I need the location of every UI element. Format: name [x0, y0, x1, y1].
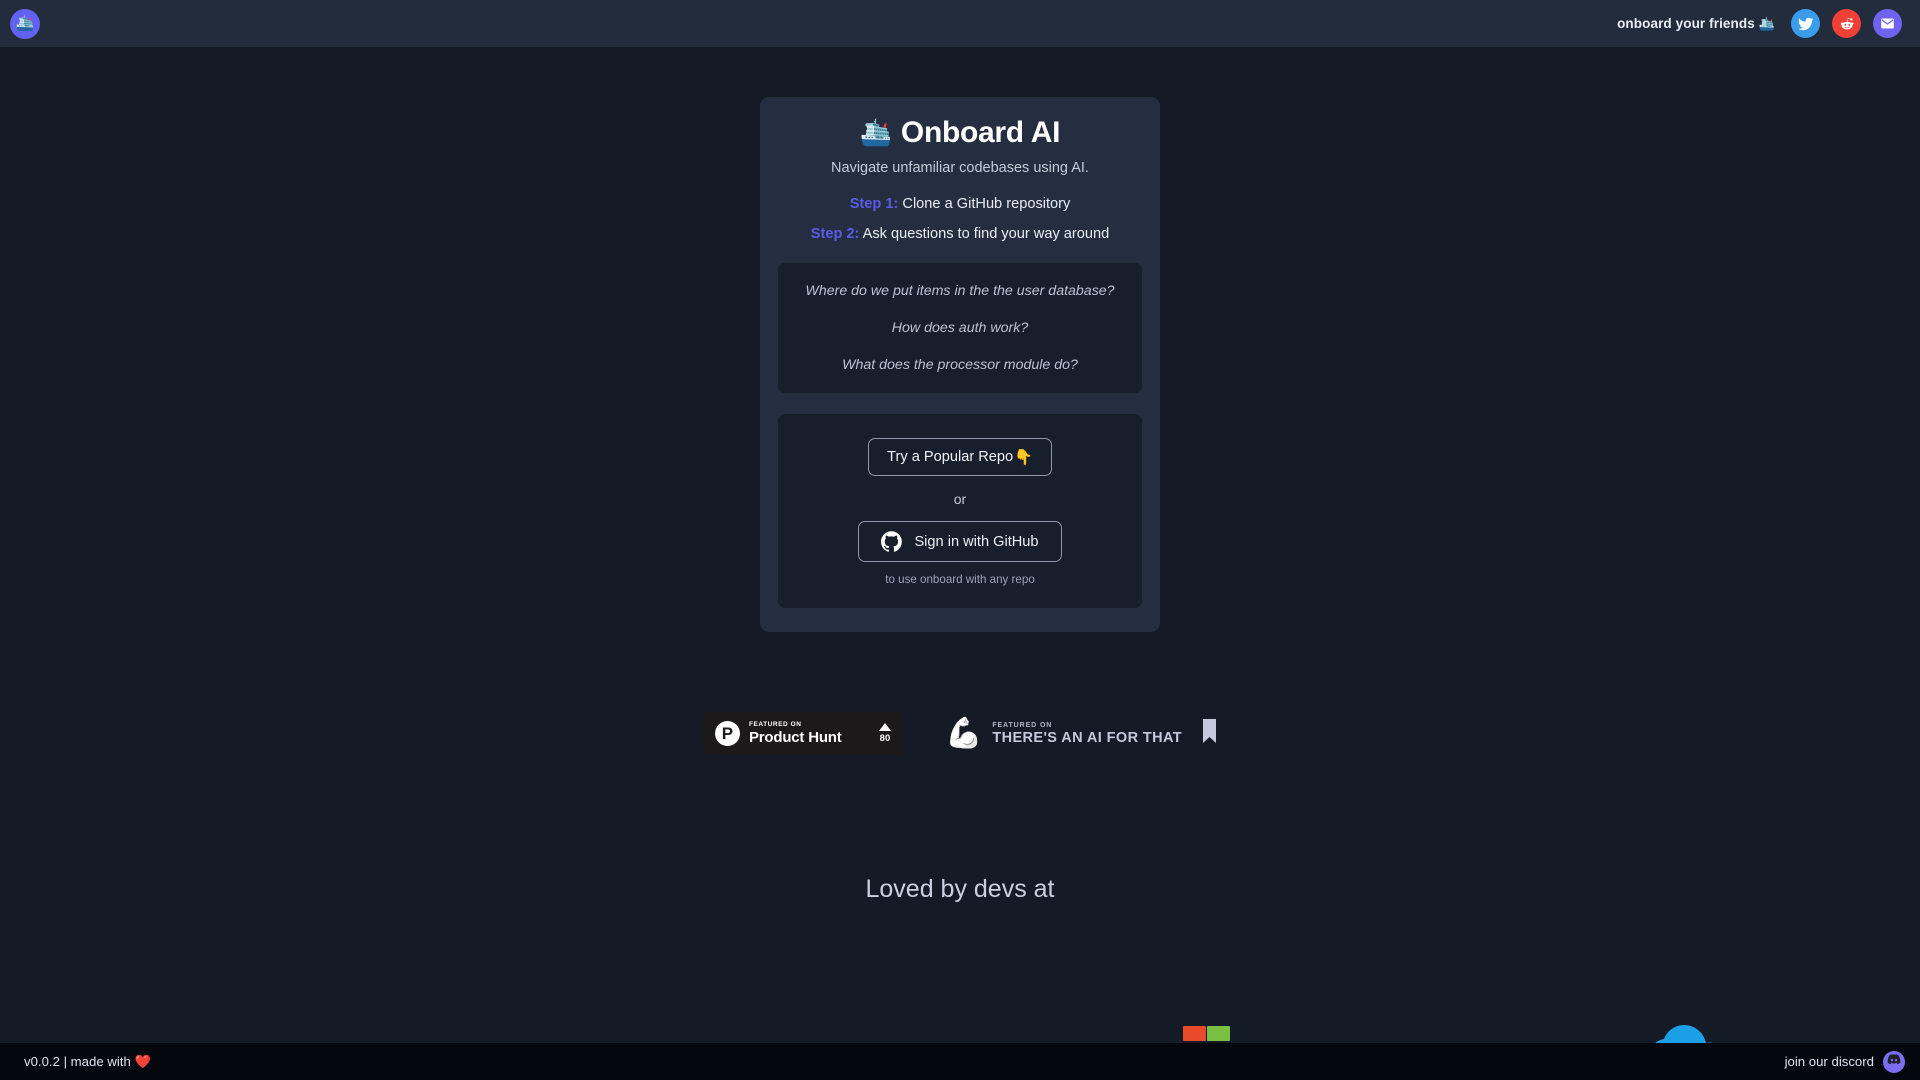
product-hunt-name: Product Hunt [748, 728, 842, 746]
page-title-text: Onboard AI [900, 116, 1061, 149]
share-email-button[interactable] [1873, 9, 1902, 38]
or-separator: or [953, 491, 967, 508]
share-reddit-button[interactable] [1832, 9, 1861, 38]
try-popular-repo-label: Try a Popular Repo [887, 449, 1014, 466]
red-green-squares-logo-green [1207, 1026, 1230, 1041]
product-hunt-text: FEATURED ON Product Hunt [749, 721, 870, 746]
ship-icon: 🛳️ [15, 15, 35, 32]
theres-an-ai-for-that-badge[interactable]: 💪 FEATURED ON THERE'S AN AI FOR THAT [944, 716, 1217, 750]
taaft-text: FEATURED ON THERE'S AN AI FOR THAT [992, 721, 1182, 747]
taaft-name: THERE'S AN AI FOR THAT [992, 729, 1183, 746]
reddit-icon [1839, 16, 1855, 32]
main-card: 🛳️ Onboard AI Navigate unfamiliar codeba… [760, 97, 1160, 633]
top-navigation-bar: 🛳️ onboard your friends 🛳️ [0, 0, 1920, 47]
step-1: Step 1: Clone a GitHub repository [778, 196, 1142, 212]
share-prompt: onboard your friends 🛳️ [1617, 16, 1775, 32]
loved-by-devs-heading: Loved by devs at [865, 875, 1055, 903]
sign-in-with-github-button[interactable]: Sign in with GitHub [858, 521, 1062, 563]
version-text: v0.0.2 | made with ❤️ [24, 1053, 151, 1069]
share-twitter-button[interactable] [1791, 9, 1820, 38]
github-hint-text: to use onboard with any repo [885, 573, 1035, 587]
step-1-key: Step 1: [849, 196, 899, 213]
discord-button[interactable] [1883, 1050, 1905, 1073]
page-title: 🛳️ Onboard AI [778, 115, 1142, 150]
red-green-squares-logo-red [1183, 1026, 1206, 1041]
footer-right-group: join our discord [1785, 1050, 1905, 1073]
product-hunt-featured-label: FEATURED ON [748, 720, 802, 728]
example-question-1[interactable]: Where do we put items in the the user da… [792, 283, 1128, 299]
step-2: Step 2: Ask questions to find your way a… [778, 226, 1142, 242]
flexed-bicep-icon: 💪 [944, 716, 983, 750]
example-questions-panel: Where do we put items in the the user da… [778, 263, 1142, 394]
share-prompt-label: onboard your friends [1617, 15, 1755, 31]
bookmark-icon [1202, 719, 1217, 748]
step-2-text: Ask questions to find your way around [859, 226, 1110, 243]
twitter-icon [1797, 16, 1814, 32]
taaft-featured-label: FEATURED ON [992, 721, 1053, 729]
ship-icon-title: 🛳️ [859, 117, 892, 148]
example-question-3[interactable]: What does the processor module do? [792, 357, 1128, 373]
github-icon [881, 531, 903, 553]
product-hunt-upvote-count: 80 [879, 733, 891, 744]
step-2-key: Step 2: [810, 226, 860, 243]
ship-icon-share: 🛳️ [1758, 15, 1775, 31]
envelope-icon [1880, 16, 1895, 31]
topbar-right-group: onboard your friends 🛳️ [1617, 9, 1902, 38]
sign-in-with-github-label: Sign in with GitHub [914, 533, 1039, 550]
caret-up-icon [878, 723, 891, 731]
pointing-down-icon: 👇 [1014, 449, 1033, 467]
featured-badges-row: P FEATURED ON Product Hunt 80 💪 FEATURED… [0, 712, 1920, 755]
product-hunt-upvotes: 80 [878, 723, 891, 744]
brand-logo-avatar[interactable]: 🛳️ [10, 8, 40, 39]
actions-panel: Try a Popular Repo 👇 or Sign in with Git… [778, 414, 1142, 609]
try-popular-repo-button[interactable]: Try a Popular Repo 👇 [868, 438, 1052, 477]
product-hunt-icon: P [714, 721, 740, 746]
page-subtitle: Navigate unfamiliar codebases using AI. [831, 160, 1089, 177]
step-1-text: Clone a GitHub repository [898, 196, 1071, 213]
product-hunt-badge[interactable]: P FEATURED ON Product Hunt 80 [702, 712, 903, 755]
footer-bar: v0.0.2 | made with ❤️ join our discord [0, 1043, 1920, 1080]
join-discord-label[interactable]: join our discord [1785, 1054, 1874, 1069]
steps-list: Step 1: Clone a GitHub repository Step 2… [778, 196, 1142, 242]
discord-icon [1887, 1052, 1901, 1071]
example-question-2[interactable]: How does auth work? [792, 320, 1128, 336]
